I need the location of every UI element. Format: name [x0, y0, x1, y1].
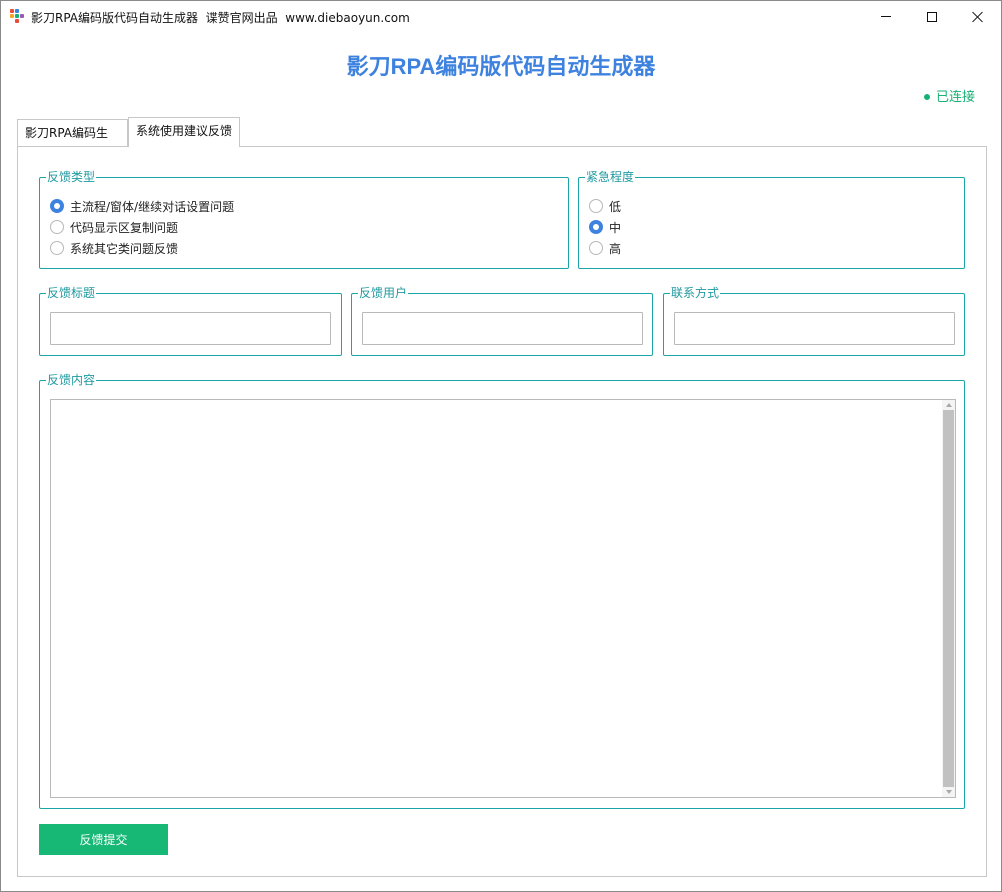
radio-checked-icon[interactable] [50, 199, 64, 213]
maximize-button[interactable] [909, 1, 955, 32]
group-label: 紧急程度 [585, 170, 636, 184]
chevron-down-icon [945, 790, 952, 794]
feedback-type-option-1[interactable]: 主流程/窗体/继续对话设置问题 [50, 197, 234, 215]
tab-feedback[interactable]: 系统使用建议反馈 [128, 117, 240, 147]
option-label: 低 [609, 199, 622, 214]
feedback-title-input[interactable] [50, 312, 331, 345]
contact-input[interactable] [674, 312, 955, 345]
radio-icon[interactable] [50, 241, 64, 255]
feedback-user-group: 反馈用户 [351, 286, 653, 356]
option-label: 中 [609, 220, 622, 235]
option-label: 主流程/窗体/继续对话设置问题 [70, 199, 235, 214]
maximize-icon [927, 11, 937, 22]
feedback-title-group: 反馈标题 [39, 286, 342, 356]
page-title: 影刀RPA编码版代码自动生成器 [346, 54, 656, 79]
radio-icon[interactable] [50, 220, 64, 234]
connection-status: 已连接 [923, 86, 975, 105]
feedback-content-textarea[interactable] [50, 399, 956, 798]
feedback-user-input[interactable] [362, 312, 643, 345]
option-label: 系统其它类问题反馈 [70, 241, 179, 256]
urgency-group: 紧急程度 低 中 高 [578, 170, 965, 269]
feedback-type-option-2[interactable]: 代码显示区复制问题 [50, 218, 178, 236]
feedback-content-group: 反馈内容 [39, 373, 965, 809]
scroll-up-button[interactable] [942, 400, 955, 410]
urgency-option-low[interactable]: 低 [589, 197, 621, 215]
feedback-type-option-3[interactable]: 系统其它类问题反馈 [50, 239, 178, 257]
group-label: 反馈用户 [358, 286, 409, 300]
status-label: 已连接 [935, 90, 975, 105]
radio-icon[interactable] [589, 199, 603, 213]
minimize-icon [881, 16, 891, 17]
scroll-down-button[interactable] [942, 787, 955, 797]
radio-icon[interactable] [589, 241, 603, 255]
urgency-option-medium[interactable]: 中 [589, 218, 621, 236]
feedback-type-group: 反馈类型 主流程/窗体/继续对话设置问题 代码显示区复制问题 系统其它类问题反馈 [39, 170, 569, 269]
status-dot-icon [923, 93, 930, 100]
tab-label: 系统使用建议反馈 [136, 124, 233, 138]
submit-feedback-button[interactable]: 反馈提交 [39, 824, 168, 855]
window-title: 影刀RPA编码版代码自动生成器 谍赞官网出品 www.diebaoyun.com [31, 11, 410, 25]
radio-checked-icon[interactable] [589, 220, 603, 234]
app-logo-icon [10, 9, 24, 23]
close-icon [972, 11, 984, 23]
group-label: 反馈内容 [46, 373, 97, 387]
scroll-thumb[interactable] [943, 410, 954, 787]
title-bar[interactable]: 影刀RPA编码版代码自动生成器 谍赞官网出品 www.diebaoyun.com [1, 1, 1001, 32]
option-label: 高 [609, 241, 622, 256]
option-label: 代码显示区复制问题 [70, 220, 179, 235]
close-button[interactable] [955, 1, 1001, 32]
urgency-option-high[interactable]: 高 [589, 239, 621, 257]
contact-group: 联系方式 [663, 286, 965, 356]
chevron-up-icon [945, 403, 952, 407]
group-label: 反馈类型 [46, 170, 97, 184]
group-label: 联系方式 [670, 286, 721, 300]
tab-code-generation[interactable]: 影刀RPA编码生成 [17, 119, 128, 166]
app-window: 影刀RPA编码版代码自动生成器 谍赞官网出品 www.diebaoyun.com… [0, 0, 1002, 892]
feedback-panel: 反馈类型 主流程/窗体/继续对话设置问题 代码显示区复制问题 系统其它类问题反馈… [17, 146, 987, 877]
group-label: 反馈标题 [46, 286, 97, 300]
minimize-button[interactable] [863, 1, 909, 32]
content-scrollbar[interactable] [942, 400, 955, 797]
